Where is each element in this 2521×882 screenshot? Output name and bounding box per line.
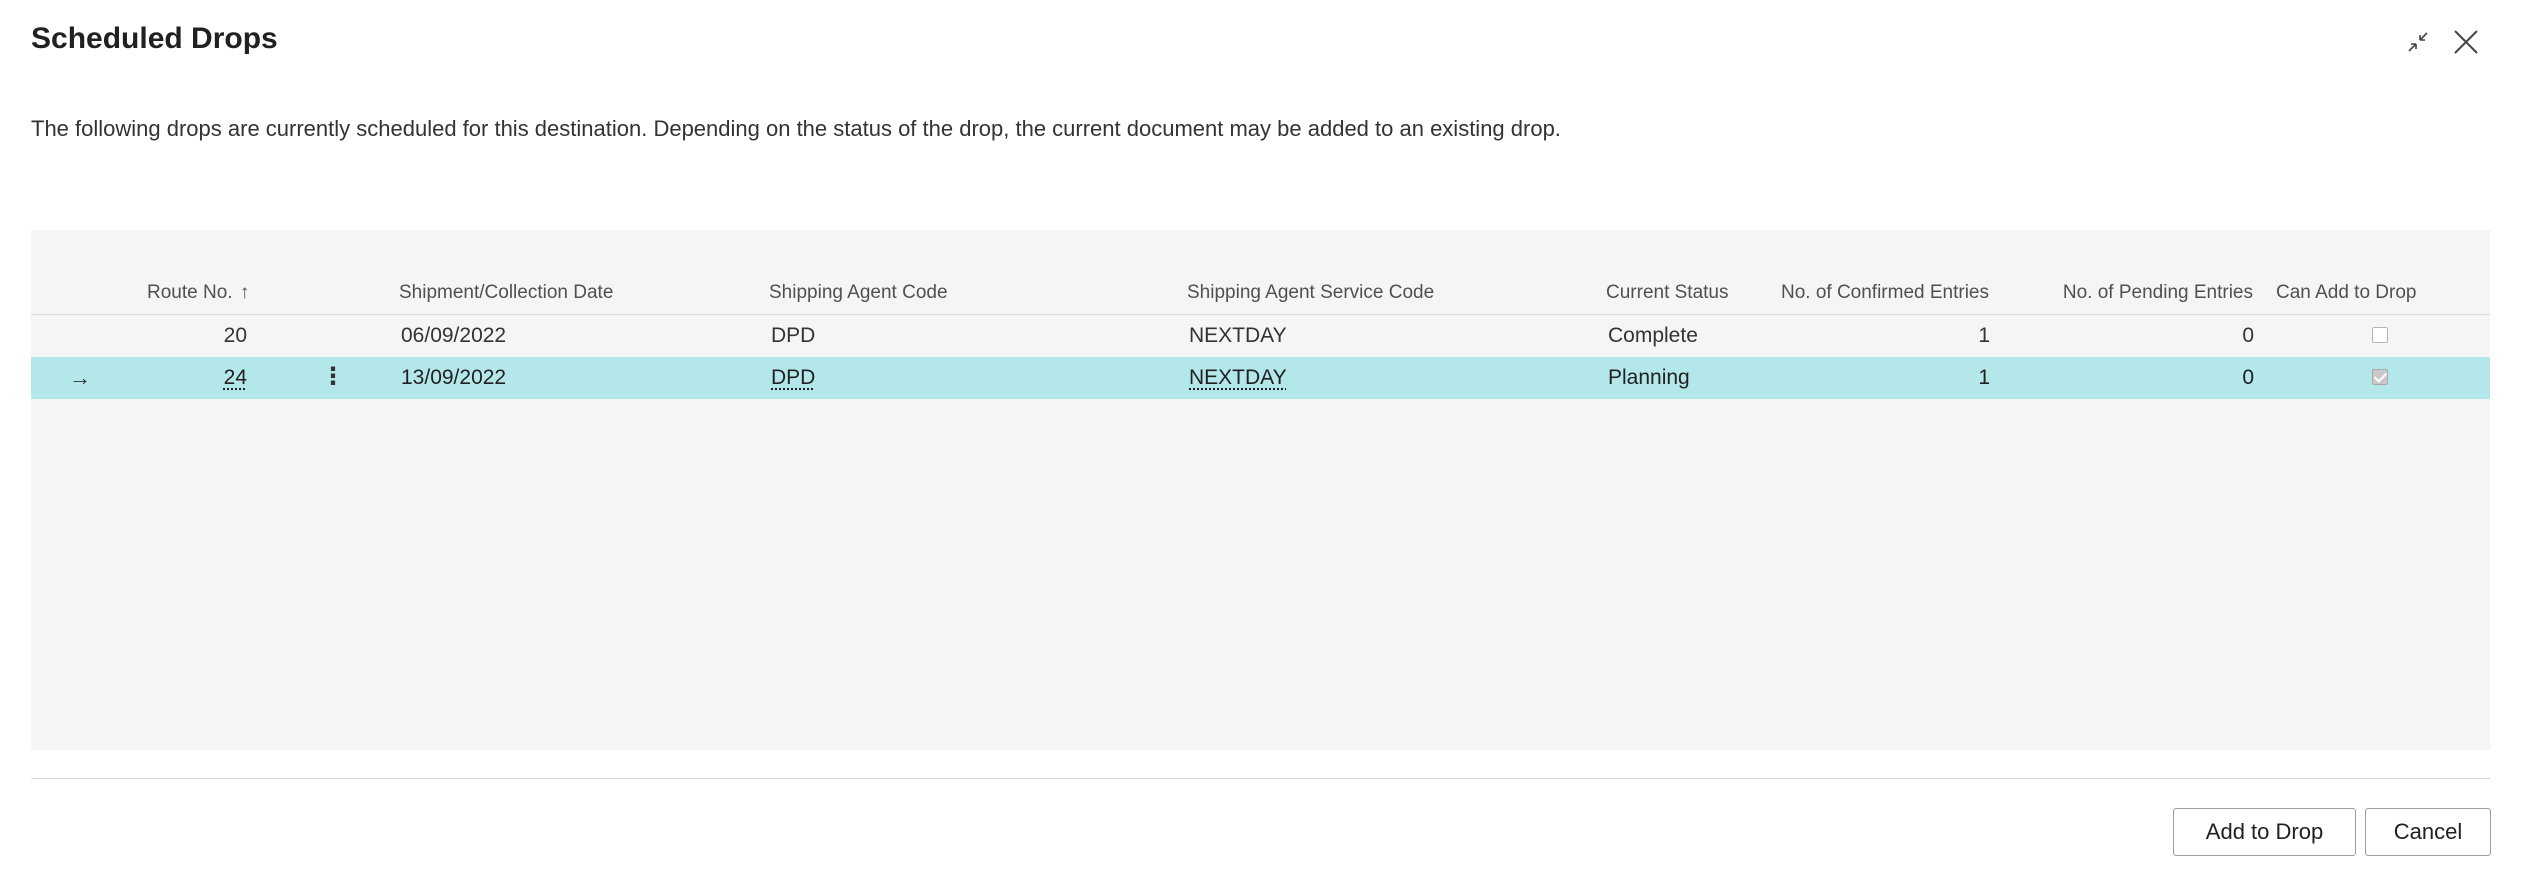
confirmed-entries-cell: 1 (1978, 324, 1990, 347)
table-row[interactable]: 20 06/09/2022 DPD NEXTDAY Complete 1 0 (31, 315, 2490, 358)
pending-entries-cell: 0 (2242, 324, 2254, 347)
column-header-agent-code[interactable]: Shipping Agent Code (769, 272, 948, 314)
can-add-checkbox[interactable] (2372, 369, 2388, 385)
column-header-label: Route No. (147, 282, 233, 303)
scheduled-drops-grid: Route No. ↑ Shipment/Collection Date Shi… (31, 230, 2490, 750)
table-row-selected[interactable]: → 24 ⋮ 13/09/2022 DPD NEXTDAY Planning 1… (31, 357, 2490, 399)
cancel-button[interactable]: Cancel (2365, 808, 2491, 856)
service-code-cell[interactable]: NEXTDAY (1189, 357, 1287, 399)
status-cell: Planning (1608, 366, 1690, 389)
scheduled-drops-dialog: Scheduled Drops The following drops are … (0, 0, 2521, 882)
grid-header: Route No. ↑ Shipment/Collection Date Shi… (31, 272, 2490, 315)
agent-code-link[interactable]: DPD (771, 366, 815, 389)
collapse-button[interactable] (2398, 22, 2438, 62)
route-no-cell[interactable]: 24 (131, 357, 247, 399)
footer-divider (31, 778, 2490, 779)
column-header-date[interactable]: Shipment/Collection Date (399, 272, 613, 314)
date-cell: 13/09/2022 (401, 366, 507, 389)
sort-ascending-icon: ↑ (239, 282, 250, 303)
confirmed-entries-cell: 1 (1978, 366, 1990, 389)
dialog-title: Scheduled Drops (31, 22, 278, 55)
service-code-cell: NEXTDAY (1189, 324, 1287, 347)
column-header-service-code[interactable]: Shipping Agent Service Code (1187, 272, 1434, 314)
collapse-arrows-icon (2408, 32, 2428, 52)
column-header-pending[interactable]: No. of Pending Entries (2021, 272, 2253, 314)
column-header-route-no[interactable]: Route No. ↑ (147, 272, 249, 314)
row-actions-menu-icon[interactable]: ⋮ (321, 357, 345, 399)
pending-entries-cell: 0 (2242, 366, 2254, 389)
close-button[interactable] (2446, 22, 2486, 62)
row-indicator-arrow-icon: → (69, 365, 91, 390)
column-header-confirmed[interactable]: No. of Confirmed Entries (1731, 272, 1989, 314)
column-header-can-add[interactable]: Can Add to Drop (2276, 272, 2416, 314)
dialog-description: The following drops are currently schedu… (31, 116, 1561, 141)
can-add-checkbox[interactable] (2372, 327, 2388, 343)
status-cell: Complete (1608, 324, 1698, 347)
route-no-link[interactable]: 24 (224, 366, 247, 389)
agent-code-cell[interactable]: DPD (771, 357, 815, 399)
column-header-status[interactable]: Current Status (1606, 272, 1729, 314)
add-to-drop-button[interactable]: Add to Drop (2173, 808, 2356, 856)
date-cell: 06/09/2022 (401, 324, 507, 347)
close-icon (2454, 30, 2478, 54)
route-no-cell: 20 (223, 324, 247, 347)
service-code-link[interactable]: NEXTDAY (1189, 366, 1287, 389)
agent-code-cell: DPD (771, 324, 816, 347)
